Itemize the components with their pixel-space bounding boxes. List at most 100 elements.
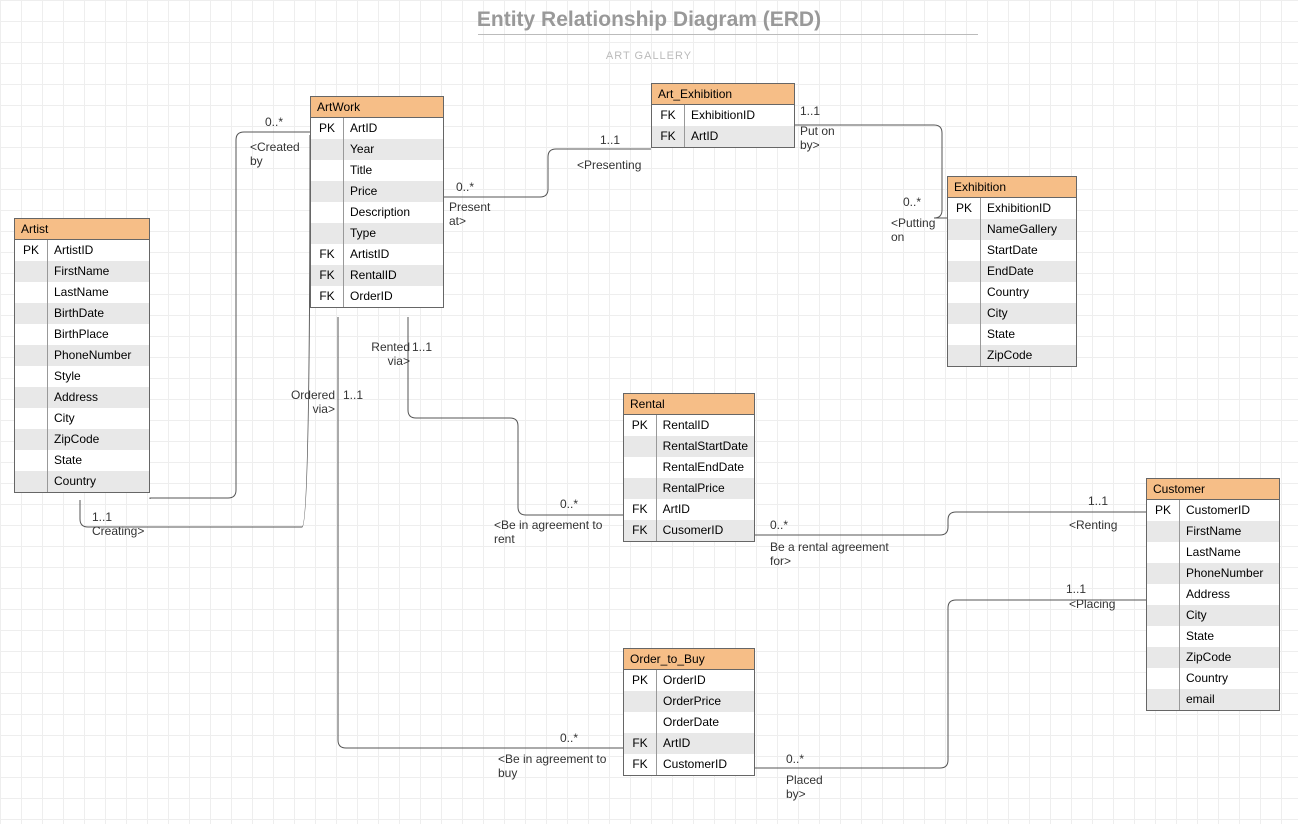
- key-cell: [1147, 563, 1180, 584]
- attr-cell: PhoneNumber: [48, 345, 150, 366]
- key-cell: FK: [311, 244, 344, 265]
- card-buy-2: 0..*: [786, 752, 804, 766]
- attr-cell: Address: [48, 387, 150, 408]
- attribute-row: Country: [15, 471, 149, 492]
- key-cell: PK: [948, 198, 981, 219]
- attribute-row: Address: [1147, 584, 1279, 605]
- rel-rental-agreement: Be a rental agreement for>: [770, 540, 890, 568]
- entity-artwork-rows: PKArtIDYearTitlePriceDescriptionTypeFKAr…: [311, 118, 443, 307]
- attr-cell: OrderID: [344, 286, 444, 307]
- attr-cell: StartDate: [981, 240, 1077, 261]
- entity-order: Order_to_Buy PKOrderIDOrderPriceOrderDat…: [623, 648, 755, 776]
- attr-cell: NameGallery: [981, 219, 1077, 240]
- attr-cell: email: [1180, 689, 1280, 710]
- attr-cell: ArtID: [344, 118, 444, 139]
- key-cell: [948, 261, 981, 282]
- key-cell: [1147, 689, 1180, 710]
- rel-created-by: <Created by: [250, 140, 305, 168]
- attr-cell: ZipCode: [1180, 647, 1280, 668]
- entity-artist-rows: PKArtistIDFirstNameLastNameBirthDateBirt…: [15, 240, 149, 492]
- attr-cell: FirstName: [1180, 521, 1280, 542]
- attribute-row: Country: [948, 282, 1076, 303]
- rel-placed-by: Placed by>: [786, 773, 831, 801]
- attribute-row: PKOrderID: [624, 670, 754, 691]
- attr-cell: ExhibitionID: [685, 105, 795, 126]
- erd-canvas: Entity Relationship Diagram (ERD) ART GA…: [0, 0, 1298, 824]
- attribute-row: OrderPrice: [624, 691, 754, 712]
- attr-cell: Title: [344, 160, 444, 181]
- card-puton-1: 1..1: [800, 104, 820, 118]
- key-cell: [948, 240, 981, 261]
- key-cell: FK: [652, 105, 685, 126]
- attr-cell: ArtistID: [344, 244, 444, 265]
- key-cell: [1147, 584, 1180, 605]
- attribute-row: Style: [15, 366, 149, 387]
- card-artwork-artist: 0..*: [265, 115, 283, 129]
- entity-customer-rows: PKCustomerIDFirstNameLastNamePhoneNumber…: [1147, 500, 1279, 710]
- rel-renting: <Renting: [1069, 518, 1117, 532]
- attribute-row: email: [1147, 689, 1279, 710]
- entity-order-header: Order_to_Buy: [624, 649, 754, 670]
- rel-rented-via: Rented via>: [365, 340, 410, 368]
- attribute-row: State: [948, 324, 1076, 345]
- card-buy-1: 0..*: [560, 731, 578, 745]
- key-cell: FK: [624, 733, 657, 754]
- key-cell: [624, 457, 656, 478]
- entity-customer-header: Customer: [1147, 479, 1279, 500]
- card-rent-2: 0..*: [770, 518, 788, 532]
- attribute-row: RentalStartDate: [624, 436, 754, 457]
- card-rented: 1..1: [412, 340, 432, 354]
- entity-rental-header: Rental: [624, 394, 754, 415]
- attribute-row: City: [948, 303, 1076, 324]
- entity-customer: Customer PKCustomerIDFirstNameLastNamePh…: [1146, 478, 1280, 711]
- rel-ordered-via: Ordered via>: [285, 388, 335, 416]
- attr-cell: CusomerID: [656, 520, 754, 541]
- key-cell: [311, 202, 344, 223]
- attribute-row: StartDate: [948, 240, 1076, 261]
- rel-present-at: Present at>: [449, 200, 504, 228]
- key-cell: [948, 324, 981, 345]
- attribute-row: City: [1147, 605, 1279, 626]
- key-cell: [15, 429, 48, 450]
- attribute-row: PhoneNumber: [15, 345, 149, 366]
- attr-cell: ZipCode: [48, 429, 150, 450]
- key-cell: [311, 139, 344, 160]
- rel-placing: <Placing: [1069, 597, 1115, 611]
- card-renting-1: 1..1: [1088, 494, 1108, 508]
- attr-cell: ExhibitionID: [981, 198, 1077, 219]
- rel-agree-buy: <Be in agreement to buy: [498, 752, 618, 780]
- attribute-row: PKExhibitionID: [948, 198, 1076, 219]
- attr-cell: ArtID: [657, 733, 755, 754]
- attribute-row: City: [15, 408, 149, 429]
- card-present-1: 1..1: [600, 133, 620, 147]
- attr-cell: CustomerID: [657, 754, 755, 775]
- key-cell: PK: [1147, 500, 1180, 521]
- key-cell: [1147, 668, 1180, 689]
- key-cell: [624, 478, 656, 499]
- key-cell: [1147, 647, 1180, 668]
- attr-cell: BirthPlace: [48, 324, 150, 345]
- entity-art-exhibition-rows: FKExhibitionIDFKArtID: [652, 105, 794, 147]
- key-cell: FK: [624, 499, 656, 520]
- attr-cell: Address: [1180, 584, 1280, 605]
- entity-art-exhibition-header: Art_Exhibition: [652, 84, 794, 105]
- key-cell: PK: [311, 118, 344, 139]
- key-cell: PK: [624, 415, 656, 436]
- attribute-row: RentalPrice: [624, 478, 754, 499]
- attribute-row: PKRentalID: [624, 415, 754, 436]
- card-ordered: 1..1: [343, 388, 363, 402]
- key-cell: [1147, 542, 1180, 563]
- key-cell: [624, 691, 657, 712]
- key-cell: [311, 160, 344, 181]
- rel-put-on-by: Put on by>: [800, 124, 845, 152]
- key-cell: [948, 219, 981, 240]
- key-cell: PK: [624, 670, 657, 691]
- rel-creating: Creating>: [92, 524, 144, 538]
- attr-cell: RentalEndDate: [656, 457, 754, 478]
- attr-cell: State: [48, 450, 150, 471]
- key-cell: [311, 181, 344, 202]
- attribute-row: ZipCode: [15, 429, 149, 450]
- attribute-row: State: [1147, 626, 1279, 647]
- attribute-row: Type: [311, 223, 443, 244]
- attr-cell: Country: [1180, 668, 1280, 689]
